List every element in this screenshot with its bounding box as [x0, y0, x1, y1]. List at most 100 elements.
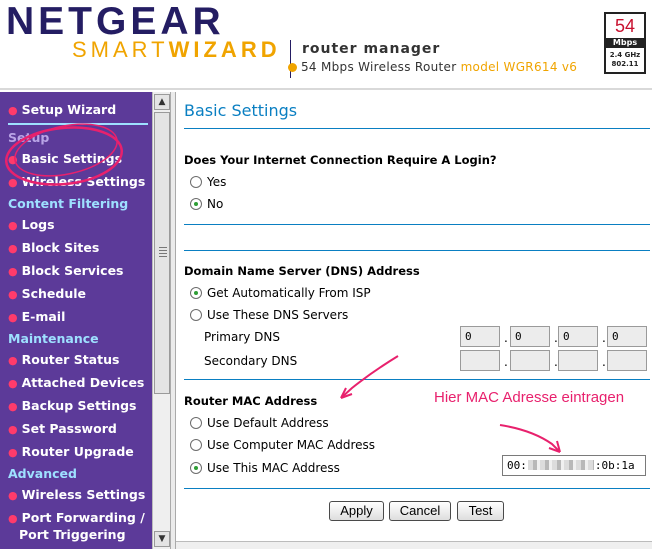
secondary-dns-octet-1[interactable] [460, 350, 500, 371]
octet-dot: . [504, 355, 508, 369]
bullet-icon: ● [8, 265, 18, 278]
sidebar-item-logs[interactable]: ● Logs [8, 217, 55, 232]
sidebar-item-schedule[interactable]: ● Schedule [8, 286, 86, 301]
sidebar-item-router-status[interactable]: ● Router Status [8, 352, 119, 367]
dns-manual-option[interactable]: Use These DNS Servers [190, 308, 348, 322]
sidebar-section-content-filtering: Content Filtering [8, 196, 129, 211]
sidebar-item-basic-settings[interactable]: ● Basic Settings [8, 151, 122, 166]
sidebar-section-maintenance: Maintenance [8, 331, 99, 346]
sidebar-item-block-sites[interactable]: ● Block Sites [8, 240, 99, 255]
radio-icon[interactable] [190, 439, 202, 451]
mac-prefix: 00: [507, 459, 527, 472]
sidebar-section-setup: Setup [8, 130, 50, 145]
router-model: model WGR614 v6 [460, 60, 578, 74]
sidebar: ● Setup Wizard Setup ● Basic Settings ● Wir… [0, 92, 152, 549]
mac-suffix: :0b:1a [594, 459, 635, 472]
bullet-icon: ● [8, 354, 18, 367]
badge-speed: 54 [614, 16, 636, 36]
secondary-dns-octet-3[interactable] [558, 350, 598, 371]
router-name: 54 Mbps Wireless Router [301, 60, 457, 74]
option-label: Use These DNS Servers [207, 308, 349, 322]
sidebar-item-port-forwarding[interactable]: ● Port Forwarding / Port Triggering [8, 510, 145, 543]
octet-dot: . [602, 331, 606, 345]
header: NETGEAR SMARTWIZARD router manager 54 Mb… [0, 0, 652, 90]
sidebar-item-wireless-settings-advanced[interactable]: ● Wireless Settings [8, 487, 145, 502]
sidebar-item-email[interactable]: ● E-mail [8, 309, 65, 324]
sidebar-item-label: Wireless Settings [21, 487, 146, 502]
secondary-dns-label: Secondary DNS [204, 354, 298, 368]
sidebar-item-label: Logs [21, 217, 55, 232]
speed-badge: 54 Mbps 2.4 GHz 802.11 [604, 12, 646, 74]
login-no-option[interactable]: No [190, 197, 223, 211]
grip-line [159, 247, 167, 248]
login-yes-option[interactable]: Yes [190, 175, 226, 189]
section-rule [184, 488, 650, 489]
test-button[interactable]: Test [457, 501, 504, 521]
scroll-up-arrow-icon[interactable]: ▲ [154, 94, 170, 110]
sidebar-item-attached-devices[interactable]: ● Attached Devices [8, 375, 144, 390]
page-title: Basic Settings [184, 101, 298, 120]
sidebar-item-backup-settings[interactable]: ● Backup Settings [8, 398, 137, 413]
dns-heading: Domain Name Server (DNS) Address [184, 264, 420, 278]
sidebar-item-setup-wizard[interactable]: ● Setup Wizard [8, 102, 116, 117]
sidebar-item-label: Backup Settings [21, 398, 137, 413]
annotation-text: Hier MAC Adresse eintragen [434, 389, 625, 406]
main-horizontal-scrollbar[interactable] [176, 541, 652, 549]
bullet-icon: ● [8, 512, 18, 525]
octet-dot: . [504, 331, 508, 345]
primary-dns-label: Primary DNS [204, 330, 281, 344]
radio-icon[interactable] [190, 417, 202, 429]
sidebar-item-label: Block Sites [21, 240, 100, 255]
scroll-thumb[interactable] [154, 112, 170, 394]
option-label: Use Default Address [207, 416, 329, 430]
section-rule [184, 250, 650, 251]
sidebar-item-label: Block Services [21, 263, 124, 278]
sidebar-item-label: Schedule [21, 286, 87, 301]
radio-selected-icon[interactable] [190, 287, 202, 299]
mac-heading: Router MAC Address [184, 394, 318, 408]
sidebar-item-label: Setup Wizard [21, 102, 117, 117]
option-label: No [207, 197, 224, 211]
badge-band: 2.4 GHz [609, 51, 641, 59]
sidebar-item-label: Router Upgrade [21, 444, 134, 459]
mac-address-input[interactable]: 00: :0b:1a [502, 455, 646, 476]
bullet-icon: ● [8, 242, 18, 255]
option-label: Use Computer MAC Address [207, 438, 376, 452]
secondary-dns-octet-4[interactable] [607, 350, 647, 371]
sidebar-item-set-password[interactable]: ● Set Password [8, 421, 117, 436]
mac-default-option[interactable]: Use Default Address [190, 416, 329, 430]
secondary-dns-octet-2[interactable] [510, 350, 550, 371]
sidebar-item-label: Attached Devices [21, 375, 145, 390]
bullet-icon: ● [8, 377, 18, 390]
mac-this-option[interactable]: Use This MAC Address [190, 461, 340, 475]
option-label: Get Automatically From ISP [207, 286, 371, 300]
badge-unit: Mbps [606, 38, 644, 48]
dns-auto-option[interactable]: Get Automatically From ISP [190, 286, 371, 300]
sidebar-item-router-upgrade[interactable]: ● Router Upgrade [8, 444, 134, 459]
title-rule [184, 128, 650, 129]
header-title: router manager [302, 41, 441, 57]
section-rule [184, 379, 650, 380]
sidebar-divider [8, 123, 148, 125]
bullet-icon: ● [8, 288, 18, 301]
primary-dns-octet-2[interactable]: 0 [510, 326, 550, 347]
sidebar-scrollbar[interactable]: ▲ ▼ [152, 92, 170, 549]
radio-icon[interactable] [190, 309, 202, 321]
radio-icon[interactable] [190, 176, 202, 188]
primary-dns-octet-1[interactable]: 0 [460, 326, 500, 347]
bullet-icon: ● [8, 311, 18, 324]
login-question: Does Your Internet Connection Require A … [184, 153, 497, 167]
scroll-down-arrow-icon[interactable]: ▼ [154, 531, 170, 547]
mac-computer-option[interactable]: Use Computer MAC Address [190, 438, 375, 452]
header-subtitle: 54 Mbps Wireless Router model WGR614 v6 [288, 60, 577, 74]
radio-selected-icon[interactable] [190, 198, 202, 210]
primary-dns-octet-4[interactable]: 0 [607, 326, 647, 347]
cancel-button[interactable]: Cancel [389, 501, 451, 521]
radio-selected-icon[interactable] [190, 462, 202, 474]
sidebar-item-label: Port Forwarding / [21, 510, 145, 525]
sidebar-item-block-services[interactable]: ● Block Services [8, 263, 124, 278]
primary-dns-octet-3[interactable]: 0 [558, 326, 598, 347]
apply-button[interactable]: Apply [329, 501, 384, 521]
sidebar-item-label: Router Status [21, 352, 120, 367]
sidebar-item-wireless-settings[interactable]: ● Wireless Settings [8, 174, 145, 189]
